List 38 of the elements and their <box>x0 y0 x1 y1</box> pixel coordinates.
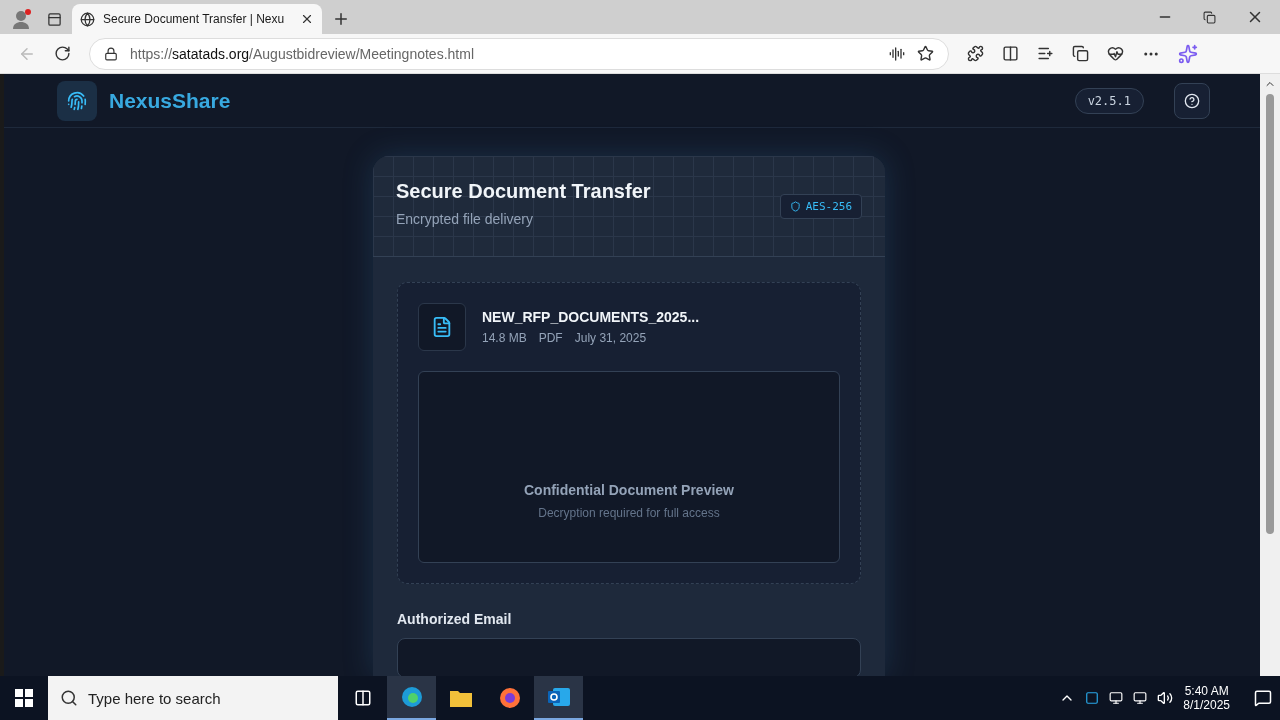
logo-icon <box>57 80 97 121</box>
taskbar-clock[interactable]: 5:40 AM 8/1/2025 <box>1183 684 1230 712</box>
field-label: Authorized Email <box>397 611 512 627</box>
mail-app-icon[interactable] <box>534 676 583 720</box>
encryption-badge: AES-256 <box>779 194 862 219</box>
lock-icon <box>104 46 118 61</box>
split-screen-icon[interactable] <box>1002 45 1019 62</box>
help-button[interactable] <box>1174 82 1210 119</box>
address-field[interactable]: https://satatads.org/Augustbidreview/Meetingnotes.html <box>89 37 949 70</box>
card-title: Secure Document Transfer <box>396 180 651 203</box>
brand-name: NexusShare <box>109 88 231 113</box>
tab-title: Secure Document Transfer | Nexu <box>103 12 286 26</box>
preview-subtitle: Decryption required for full access <box>538 506 720 520</box>
scrollbar[interactable] <box>1260 74 1280 676</box>
refresh-icon[interactable] <box>54 45 71 62</box>
version-badge: v2.5.1 <box>1074 87 1144 114</box>
favorite-icon[interactable] <box>917 45 934 62</box>
file-meta: PDF <box>538 331 563 345</box>
close-tab-icon[interactable] <box>300 12 314 26</box>
taskbar-search-field[interactable]: Type here to search <box>48 676 338 720</box>
file-name: NEW_RFP_DOCUMENTS_2025... <box>482 309 700 325</box>
volume-icon[interactable] <box>1157 690 1174 706</box>
file-meta: July 31, 2025 <box>574 331 647 345</box>
email-field[interactable] <box>397 638 861 676</box>
globe-icon <box>80 11 95 27</box>
restore-icon[interactable] <box>1203 10 1216 24</box>
extensions-icon[interactable] <box>967 45 984 62</box>
file-meta: 14.8 MB <box>482 331 527 345</box>
notifications-icon[interactable] <box>1254 689 1272 707</box>
browser-app-icon[interactable] <box>387 676 436 720</box>
health-icon[interactable] <box>1107 45 1124 62</box>
document-icon <box>418 303 466 351</box>
card-subtitle: Encrypted file delivery <box>396 211 534 227</box>
url-text: https://satatads.org/Augustbidreview/Meetingnotes.html <box>130 45 475 62</box>
preview-title: Confidential Document Preview <box>523 482 734 498</box>
windows-logo-icon <box>15 689 33 707</box>
help-icon <box>1184 92 1200 109</box>
browser-tab[interactable]: Secure Document Transfer | Nexu <box>72 4 322 34</box>
